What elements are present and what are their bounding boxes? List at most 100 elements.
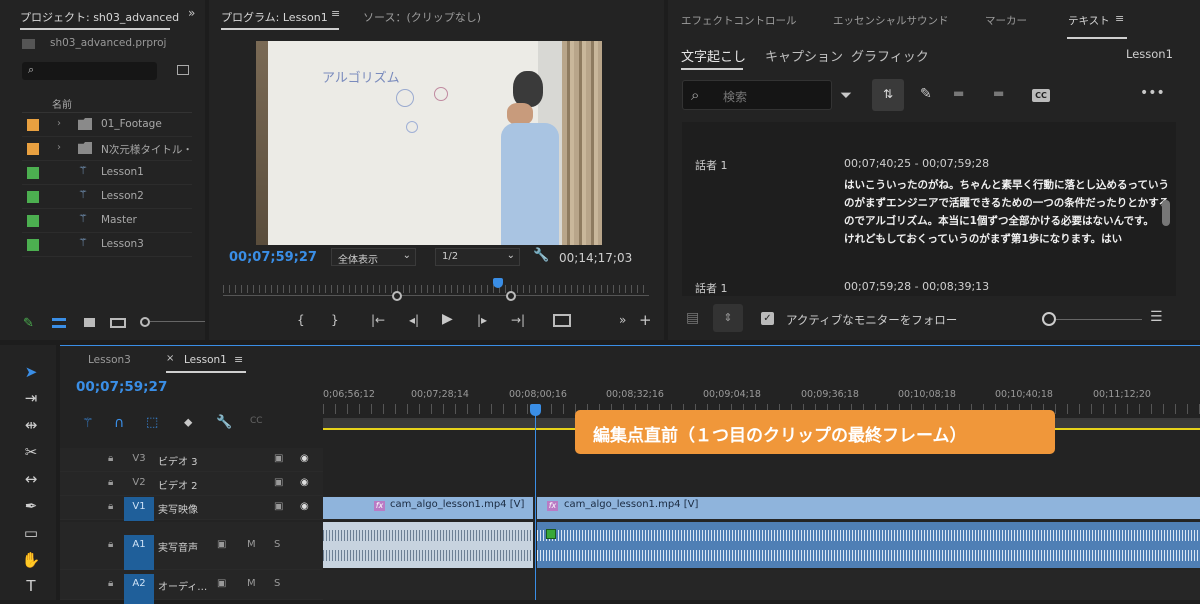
hand-tool-icon[interactable]: ✋ bbox=[18, 551, 44, 573]
pencil-icon[interactable]: ✎ bbox=[23, 316, 34, 331]
lock-icon[interactable]: 🔒︎ bbox=[108, 453, 113, 464]
icon-view-icon[interactable] bbox=[84, 318, 95, 327]
track-header-a1[interactable]: 🔒︎ A1 実写音声 ▣ M S bbox=[60, 522, 323, 583]
lock-icon[interactable]: 🔒︎ bbox=[108, 501, 113, 512]
menu-icon[interactable]: ≡ bbox=[331, 7, 340, 20]
transcript-line[interactable]: はいこういったのがね。ちゃんと素早く行動に落とし込めるっていう bbox=[844, 177, 1169, 192]
pencil-icon[interactable]: ✎ bbox=[920, 86, 932, 102]
go-to-in-icon[interactable]: |← bbox=[371, 313, 385, 327]
expand-chevron-icon[interactable]: › bbox=[57, 118, 61, 129]
lock-icon[interactable]: 🔒︎ bbox=[108, 578, 113, 589]
record-voiceover-icon[interactable]: ▣ bbox=[217, 539, 226, 550]
merge-segment-icon[interactable]: ▬ bbox=[993, 86, 1004, 100]
menu-icon[interactable]: ≡ bbox=[1115, 12, 1124, 25]
project-item[interactable]: › N次元様タイトル・ロゴ bbox=[22, 137, 193, 161]
ripple-edit-tool-icon[interactable]: ⇹ bbox=[18, 416, 44, 438]
out-point-handle[interactable] bbox=[506, 291, 516, 301]
lock-icon[interactable]: 🔒︎ bbox=[108, 539, 113, 550]
caption-track-icon[interactable]: ▤ bbox=[686, 310, 699, 326]
freeform-view-icon[interactable] bbox=[110, 318, 126, 328]
overflow-icon[interactable]: » bbox=[619, 313, 626, 327]
tab-text[interactable]: テキスト bbox=[1068, 13, 1110, 28]
sync-lock-icon[interactable]: ▣ bbox=[274, 453, 283, 464]
export-frame-icon[interactable] bbox=[553, 314, 571, 327]
cc-icon[interactable]: CC bbox=[1032, 89, 1050, 102]
razor-tool-icon[interactable]: ✂ bbox=[18, 443, 44, 465]
transcript-line[interactable]: けれどもしておくっていうのがまず第1歩になります。はい bbox=[844, 231, 1122, 246]
lock-icon[interactable]: 🔒︎ bbox=[108, 477, 113, 488]
settings-sliders-icon[interactable]: ☰ bbox=[1150, 309, 1163, 325]
track-target[interactable]: V1 bbox=[124, 497, 154, 521]
tab-source[interactable]: ソース：(クリップなし) bbox=[363, 9, 481, 25]
clip-a1-left[interactable] bbox=[323, 522, 533, 568]
wrench-icon[interactable]: 🔧 bbox=[533, 248, 549, 263]
subtab-transcript[interactable]: 文字起こし bbox=[681, 46, 746, 65]
selection-tool-icon[interactable]: ➤ bbox=[18, 363, 44, 385]
follow-checkbox[interactable]: ✓ bbox=[761, 312, 774, 325]
new-search-bin-icon[interactable] bbox=[177, 65, 189, 75]
step-back-icon[interactable]: ◂| bbox=[409, 313, 419, 327]
play-icon[interactable]: ▶ bbox=[442, 311, 453, 327]
playhead-marker[interactable] bbox=[530, 404, 541, 416]
go-to-out-icon[interactable]: →| bbox=[511, 313, 525, 327]
track-header-v1[interactable]: 🔒︎ V1 実写映像 ▣ ◉ bbox=[60, 496, 323, 521]
tab-lesson1[interactable]: Lesson1 bbox=[184, 354, 227, 366]
snap-icon[interactable]: ∩ bbox=[114, 415, 124, 431]
current-timecode[interactable]: 00;07;59;27 bbox=[229, 250, 317, 265]
type-tool-icon[interactable]: T bbox=[18, 577, 44, 599]
linked-select-icon[interactable]: ⬚ bbox=[146, 415, 158, 430]
sync-lock-icon[interactable]: ▣ bbox=[274, 501, 283, 512]
split-segment-icon[interactable]: ▬ bbox=[953, 86, 964, 100]
mute-button[interactable]: M bbox=[247, 539, 256, 550]
project-item[interactable]: ⚚ Master bbox=[22, 209, 192, 233]
transcript-line[interactable]: のがまずエンジニアで活躍できるための一つの条件だったりとかする bbox=[844, 195, 1169, 210]
eye-icon[interactable]: ◉ bbox=[300, 501, 309, 512]
playhead-bar[interactable] bbox=[223, 278, 649, 304]
more-options-icon[interactable]: ••• bbox=[1140, 85, 1165, 101]
sync-lock-icon[interactable]: ▣ bbox=[274, 477, 283, 488]
clip-a1-right[interactable] bbox=[537, 522, 1200, 568]
captions-icon[interactable]: CC bbox=[250, 416, 263, 426]
transcript-sync-button[interactable]: ⇅ bbox=[872, 79, 904, 111]
eye-icon[interactable]: ◉ bbox=[300, 453, 309, 464]
playhead-line[interactable] bbox=[535, 404, 536, 600]
playhead-marker[interactable] bbox=[493, 278, 503, 288]
in-point-handle[interactable] bbox=[392, 291, 402, 301]
filter-icon[interactable]: ⏷ bbox=[840, 86, 852, 104]
track-select-tool-icon[interactable]: ⇥ bbox=[18, 389, 44, 411]
project-item[interactable]: ⚚ Lesson2 bbox=[22, 185, 192, 209]
track-header-a2[interactable]: 🔒︎ A2 オーディ… ▣ M S bbox=[60, 570, 323, 604]
project-item[interactable]: ⚚ Lesson1 bbox=[22, 161, 192, 185]
record-voiceover-icon[interactable]: ▣ bbox=[217, 578, 226, 589]
subtab-graphics[interactable]: グラフィック bbox=[851, 46, 929, 65]
tab-essential-sound[interactable]: エッセンシャルサウンド bbox=[833, 13, 949, 28]
track-target[interactable]: V2 bbox=[124, 473, 154, 497]
tab-markers[interactable]: マーカー bbox=[985, 13, 1027, 28]
track-header-v2[interactable]: 🔒︎ V2 ビデオ 2 ▣ ◉ bbox=[60, 472, 323, 496]
eye-icon[interactable]: ◉ bbox=[300, 477, 309, 488]
font-size-slider[interactable] bbox=[1042, 312, 1142, 326]
solo-button[interactable]: S bbox=[274, 539, 280, 550]
project-item[interactable]: › 01_Footage bbox=[22, 113, 192, 137]
menu-icon[interactable]: ≡ bbox=[234, 353, 243, 366]
track-target[interactable]: V3 bbox=[124, 449, 154, 473]
tab-effect-controls[interactable]: エフェクトコントロール bbox=[681, 13, 797, 28]
mark-in-icon[interactable]: { bbox=[297, 313, 305, 327]
timeline-timecode[interactable]: 00;07;59;27 bbox=[76, 379, 167, 395]
tab-project[interactable]: プロジェクト: sh03_advanced bbox=[20, 9, 179, 25]
wrench-icon[interactable]: 🔧 bbox=[216, 415, 232, 430]
panel-overflow-icon[interactable]: » bbox=[188, 6, 195, 20]
track-header-v3[interactable]: 🔒︎ V3 ビデオ 3 ▣ ◉ bbox=[60, 448, 323, 472]
transcript-search-input[interactable]: ⌕ 検索 bbox=[682, 80, 832, 110]
mark-out-icon[interactable]: } bbox=[331, 313, 339, 327]
nest-icon[interactable]: ⚚ bbox=[82, 416, 94, 431]
expand-chevron-icon[interactable]: › bbox=[57, 142, 61, 153]
add-button-icon[interactable]: + bbox=[639, 311, 652, 329]
subtab-captions[interactable]: キャプション bbox=[765, 46, 843, 65]
zoom-slider[interactable] bbox=[140, 317, 205, 327]
close-icon[interactable]: × bbox=[166, 353, 174, 364]
list-view-icon[interactable] bbox=[52, 318, 66, 328]
mute-button[interactable]: M bbox=[247, 578, 256, 589]
slip-tool-icon[interactable]: ↔ bbox=[18, 470, 44, 492]
tab-program[interactable]: プログラム: Lesson1 bbox=[221, 9, 328, 25]
